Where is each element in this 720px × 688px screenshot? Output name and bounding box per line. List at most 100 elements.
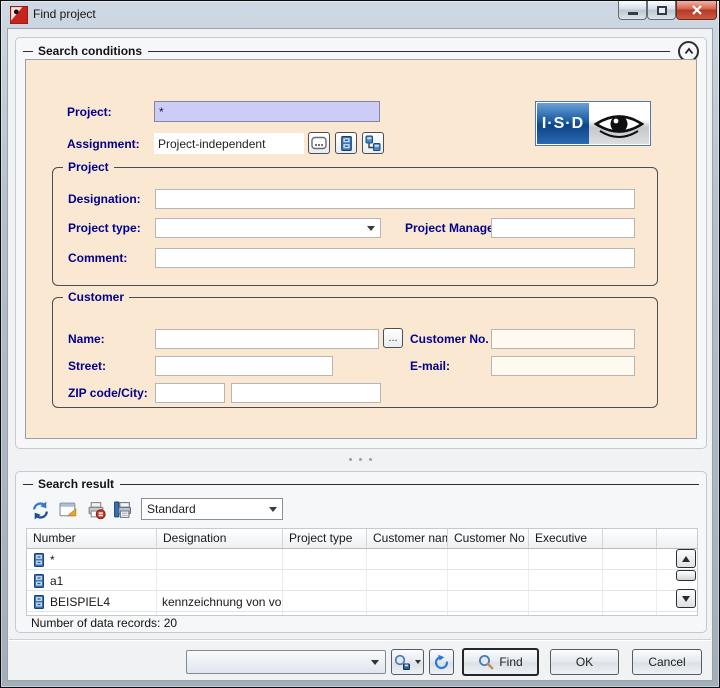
maximize-button[interactable] xyxy=(647,1,676,20)
city-input[interactable] xyxy=(231,383,381,403)
divider xyxy=(23,484,33,485)
reload-button[interactable] xyxy=(429,649,454,675)
street-input[interactable] xyxy=(155,356,333,376)
table-row[interactable]: a1 xyxy=(27,570,697,591)
export-result-button[interactable] xyxy=(57,499,79,521)
printer-red-badge-icon xyxy=(87,501,106,520)
result-profile-select[interactable]: Standard xyxy=(141,498,283,520)
table-body: *a1BEISPIEL4kennzeichnung von von xyxy=(27,549,697,615)
result-profile-value: Standard xyxy=(147,502,196,516)
column-header[interactable]: Number xyxy=(27,529,157,548)
isd-eye-icon xyxy=(589,103,649,144)
zip-city-label: ZIP code/City: xyxy=(68,386,148,400)
customer-group: Customer Name: ... Customer No. Street: … xyxy=(52,297,658,408)
designation-input[interactable] xyxy=(155,189,635,209)
column-header[interactable]: Project type xyxy=(283,529,367,548)
search-conditions-label: Search conditions xyxy=(38,44,142,58)
result-table: NumberDesignationProject typeCustomer na… xyxy=(26,528,698,616)
customer-browse-button[interactable]: ... xyxy=(383,328,403,348)
customer-no-label: Customer No. xyxy=(410,332,489,346)
table-cell xyxy=(283,570,367,590)
saved-search-select[interactable] xyxy=(186,650,386,674)
email-input[interactable] xyxy=(491,356,635,376)
column-header[interactable]: Designation xyxy=(157,529,283,548)
print-button[interactable] xyxy=(111,499,133,521)
table-cell: * xyxy=(27,549,157,569)
customer-name-input[interactable] xyxy=(155,329,379,349)
comment-input[interactable] xyxy=(155,248,635,268)
zip-input[interactable] xyxy=(155,383,225,403)
printer-icon xyxy=(113,501,132,520)
table-cell xyxy=(529,612,603,615)
save-search-button[interactable] xyxy=(391,649,424,675)
table-cell xyxy=(367,549,448,569)
table-cell xyxy=(448,570,529,590)
project-type-select[interactable] xyxy=(155,218,381,238)
table-row[interactable]: BEISPIEL4kennzeichnung von von xyxy=(27,591,697,612)
close-button[interactable] xyxy=(676,1,717,20)
project-input[interactable] xyxy=(154,101,380,122)
assignment-browse-button[interactable] xyxy=(308,132,330,154)
table-cell: a1 xyxy=(27,570,157,590)
scrollbar-thumb[interactable] xyxy=(676,570,696,581)
assignment-label: Assignment: xyxy=(67,137,140,151)
find-button[interactable]: Find xyxy=(462,648,539,676)
table-cell xyxy=(603,591,657,611)
customer-no-input[interactable] xyxy=(491,329,635,349)
email-label: E-mail: xyxy=(410,359,450,373)
project-cabinet-icon xyxy=(32,574,46,588)
isd-logo-text: I·S·D xyxy=(537,103,589,144)
column-header[interactable]: Customer name xyxy=(367,529,448,548)
maximize-icon xyxy=(657,6,667,15)
print-delete-button[interactable] xyxy=(85,499,107,521)
table-row[interactable]: * xyxy=(27,549,697,570)
search-conditions-panel: Project: Assignment: I·S·D xyxy=(25,59,697,439)
table-cell xyxy=(157,570,283,590)
column-header[interactable]: Customer No xyxy=(448,529,529,548)
chevron-down-icon xyxy=(269,507,277,512)
table-cell xyxy=(529,549,603,569)
titlebar[interactable]: Find project xyxy=(1,1,719,28)
table-cell xyxy=(283,591,367,611)
column-header-filler xyxy=(657,529,697,548)
refresh-results-button[interactable] xyxy=(29,499,51,521)
project-cabinet-icon xyxy=(32,595,46,609)
project-cabinet-icon xyxy=(339,136,354,151)
ok-button[interactable]: OK xyxy=(550,649,619,675)
close-icon xyxy=(691,5,703,15)
assignment-input[interactable] xyxy=(154,133,304,154)
scroll-up-button[interactable] xyxy=(676,549,696,568)
table-row[interactable] xyxy=(27,612,697,615)
table-cell xyxy=(603,549,657,569)
project-group: Project Designation: Project type: Proje… xyxy=(52,167,658,286)
app-icon xyxy=(10,6,28,24)
customer-group-label: Customer xyxy=(63,290,129,304)
table-cell xyxy=(157,612,283,615)
sync-arrows-icon xyxy=(31,501,50,520)
magnifier-icon xyxy=(478,654,494,670)
project-label: Project: xyxy=(67,105,112,119)
table-cell xyxy=(157,549,283,569)
find-project-dialog: Find project Search conditions Project: … xyxy=(0,0,720,688)
project-group-label: Project xyxy=(63,160,114,174)
chevron-down-icon xyxy=(371,660,379,665)
search-result-label: Search result xyxy=(38,477,114,491)
divider xyxy=(148,51,670,52)
column-header[interactable] xyxy=(603,529,657,548)
project-manager-input[interactable] xyxy=(491,218,635,238)
scroll-down-button[interactable] xyxy=(676,589,696,608)
ellipsis-box-icon xyxy=(311,136,327,150)
ok-button-label: OK xyxy=(576,655,593,669)
assignment-project-button[interactable] xyxy=(335,132,357,154)
isd-logo: I·S·D xyxy=(535,101,651,146)
assignment-structure-button[interactable] xyxy=(362,132,384,154)
table-cell xyxy=(448,612,529,615)
panel-splitter[interactable] xyxy=(1,455,719,463)
customer-name-label: Name: xyxy=(68,332,105,346)
search-result-header: Search result xyxy=(23,473,699,495)
column-header[interactable]: Executive xyxy=(529,529,603,548)
street-label: Street: xyxy=(68,359,106,373)
designation-label: Designation: xyxy=(68,192,141,206)
cancel-button[interactable]: Cancel xyxy=(632,649,702,675)
minimize-button[interactable] xyxy=(618,1,647,20)
